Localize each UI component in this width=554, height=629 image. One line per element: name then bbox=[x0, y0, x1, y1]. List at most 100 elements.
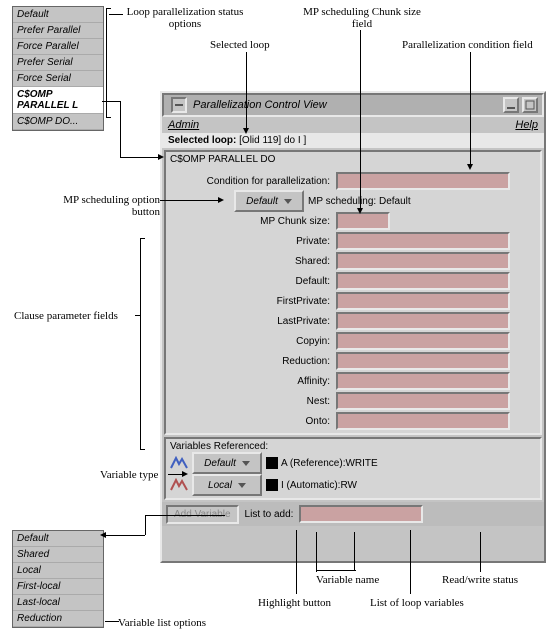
option-default[interactable]: Default bbox=[13, 7, 103, 23]
mp-scheduling-button[interactable]: Default bbox=[234, 190, 304, 212]
leader-line bbox=[120, 101, 121, 157]
anno-loop-options: Loop parallelization status options bbox=[120, 6, 250, 30]
leader-line bbox=[316, 532, 317, 572]
list-to-add-field[interactable] bbox=[299, 505, 423, 523]
anno-sched-btn: MP scheduling option button bbox=[60, 194, 160, 218]
selected-loop-bar: Selected loop: [Olid 119] do I ] bbox=[162, 133, 544, 148]
anno-var-type: Variable type bbox=[100, 469, 158, 481]
menu-help[interactable]: Help bbox=[515, 119, 538, 131]
parallelization-control-window: Parallelization Control View Admin Help … bbox=[160, 91, 546, 563]
leader-line bbox=[145, 515, 146, 535]
directive-text: C$OMP PARALLEL DO bbox=[170, 154, 536, 165]
leader-line bbox=[120, 157, 160, 158]
arrow-head-icon bbox=[100, 532, 106, 538]
anno-var-name: Variable name bbox=[316, 574, 379, 586]
vlo-last-local[interactable]: Last-local bbox=[13, 595, 103, 611]
leader-line bbox=[160, 200, 220, 201]
clause-field-1[interactable] bbox=[336, 252, 510, 270]
anno-chunk-field: MP scheduling Chunk size field bbox=[292, 6, 432, 30]
clause-label-9: Onto: bbox=[170, 416, 336, 427]
var-scope-button[interactable]: Default bbox=[192, 452, 262, 474]
leader-line bbox=[145, 515, 225, 516]
var-scope-button[interactable]: Local bbox=[192, 474, 262, 496]
clause-field-8[interactable] bbox=[336, 392, 510, 410]
add-variable-button[interactable]: Add Variable bbox=[166, 505, 239, 524]
condition-label: Condition for parallelization: bbox=[170, 176, 336, 187]
leader-line bbox=[105, 535, 145, 536]
clause-field-7[interactable] bbox=[336, 372, 510, 390]
clause-field-3[interactable] bbox=[336, 292, 510, 310]
clause-field-6[interactable] bbox=[336, 352, 510, 370]
anno-loop-vars: List of loop variables bbox=[370, 597, 464, 609]
highlight-button[interactable] bbox=[266, 457, 278, 469]
leader-line bbox=[316, 570, 356, 571]
vlo-first-local[interactable]: First-local bbox=[13, 579, 103, 595]
arrow-head-icon bbox=[243, 128, 249, 134]
clause-label-7: Affinity: bbox=[170, 376, 336, 387]
option-prefer-parallel[interactable]: Prefer Parallel bbox=[13, 23, 103, 39]
clause-label-0: Private: bbox=[170, 236, 336, 247]
anno-cond-field: Parallelization condition field bbox=[402, 39, 533, 51]
anno-highlight-btn: Highlight button bbox=[258, 597, 331, 609]
option-comp-do[interactable]: C$OMP DO... bbox=[13, 114, 103, 130]
clause-field-4[interactable] bbox=[336, 312, 510, 330]
var-type-icon bbox=[170, 456, 188, 470]
vlo-shared[interactable]: Shared bbox=[13, 547, 103, 563]
option-force-parallel[interactable]: Force Parallel bbox=[13, 39, 103, 55]
clause-label-6: Reduction: bbox=[170, 356, 336, 367]
clause-field-5[interactable] bbox=[336, 332, 510, 350]
var-type-icon bbox=[170, 478, 188, 492]
mp-chunk-field[interactable] bbox=[336, 212, 390, 230]
mp-scheduling-label: MP scheduling: bbox=[308, 196, 376, 207]
leader-line bbox=[109, 14, 123, 15]
highlight-button[interactable] bbox=[266, 479, 278, 491]
vlo-default[interactable]: Default bbox=[13, 531, 103, 547]
anno-var-list-options: Variable list options bbox=[118, 617, 206, 629]
anno-clause-fields: Clause parameter fields bbox=[14, 310, 118, 322]
arrow-head-icon bbox=[357, 208, 363, 214]
anno-selected-loop: Selected loop bbox=[210, 39, 270, 51]
arrow-head-icon bbox=[218, 197, 224, 203]
clause-label-2: Default: bbox=[170, 276, 336, 287]
arrow-head-icon bbox=[182, 471, 188, 477]
clause-field-0[interactable] bbox=[336, 232, 510, 250]
leader-line bbox=[470, 52, 471, 166]
option-comp-parallel[interactable]: C$OMP PARALLEL L bbox=[13, 87, 103, 114]
leader-line bbox=[105, 621, 119, 622]
menu-admin[interactable]: Admin bbox=[168, 119, 199, 131]
selected-loop-label: Selected loop: bbox=[168, 135, 236, 146]
variables-referenced-heading: Variables Referenced: bbox=[170, 441, 536, 452]
leader-line bbox=[296, 530, 297, 594]
anno-rw-status: Read/write status bbox=[442, 574, 518, 586]
brace-icon bbox=[140, 238, 145, 450]
clause-label-8: Nest: bbox=[170, 396, 336, 407]
mp-chunk-label: MP Chunk size: bbox=[170, 216, 336, 227]
maximize-icon[interactable] bbox=[522, 97, 538, 113]
leader-line bbox=[246, 52, 247, 130]
clause-label-4: LastPrivate: bbox=[170, 316, 336, 327]
vlo-local[interactable]: Local bbox=[13, 563, 103, 579]
leader-line bbox=[354, 532, 355, 570]
clause-field-9[interactable] bbox=[336, 412, 510, 430]
menubar: Admin Help bbox=[162, 117, 544, 133]
chevron-down-icon bbox=[284, 199, 292, 204]
menu-icon[interactable] bbox=[171, 97, 187, 113]
leader-line bbox=[410, 530, 411, 594]
window-title: Parallelization Control View bbox=[193, 99, 500, 111]
chevron-down-icon bbox=[242, 461, 250, 466]
condition-field[interactable] bbox=[336, 172, 510, 190]
list-to-add-label: List to add: bbox=[245, 509, 294, 520]
clause-field-2[interactable] bbox=[336, 272, 510, 290]
vlo-reduction[interactable]: Reduction bbox=[13, 611, 103, 627]
clause-label-1: Shared: bbox=[170, 256, 336, 267]
clause-label-5: Copyin: bbox=[170, 336, 336, 347]
arrow-head-icon bbox=[158, 154, 164, 160]
option-force-serial[interactable]: Force Serial bbox=[13, 71, 103, 87]
option-prefer-serial[interactable]: Prefer Serial bbox=[13, 55, 103, 71]
window-titlebar[interactable]: Parallelization Control View bbox=[162, 93, 544, 117]
minimize-icon[interactable] bbox=[503, 97, 519, 113]
chevron-down-icon bbox=[238, 483, 246, 488]
clause-label-3: FirstPrivate: bbox=[170, 296, 336, 307]
var-name: I (Automatic):RW bbox=[281, 480, 357, 491]
mp-scheduling-value: Default bbox=[379, 196, 411, 207]
